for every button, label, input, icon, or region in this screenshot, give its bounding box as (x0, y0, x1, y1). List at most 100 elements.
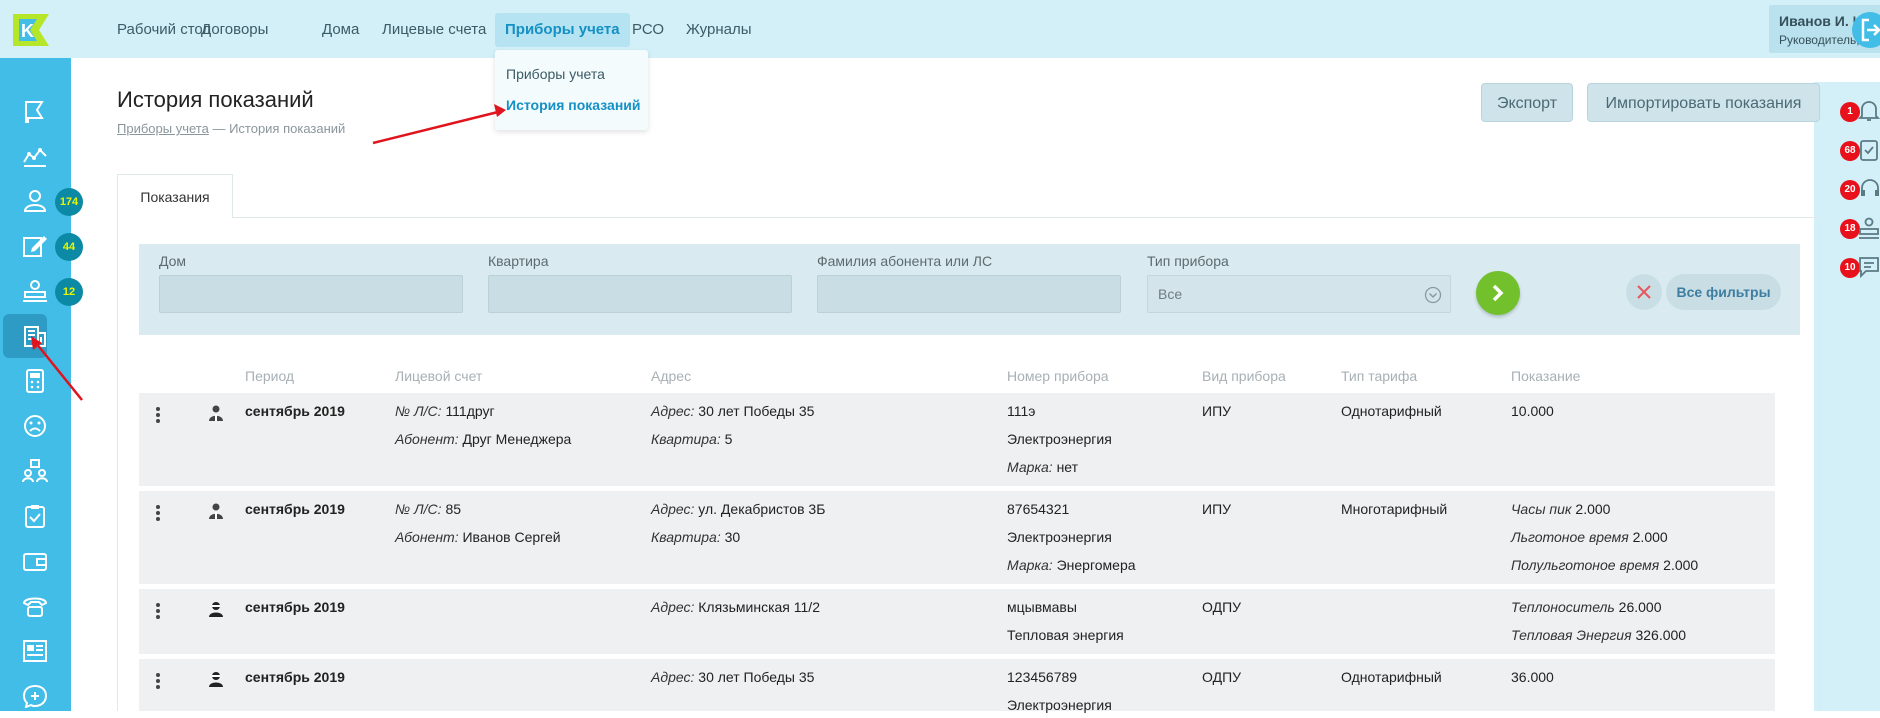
breadcrumb-parent[interactable]: Приборы учета (117, 121, 209, 136)
breadcrumb: Приборы учета — История показаний (117, 121, 345, 136)
reception-item[interactable]: 18 (1814, 213, 1880, 245)
table-row[interactable]: сентябрь 2019 Адрес: Клязьминская 11/2 м… (139, 589, 1775, 654)
filter-subscriber-label: Фамилия абонента или ЛС (817, 253, 993, 269)
row-address: 30 лет Победы 35 (698, 669, 815, 685)
flag-icon (25, 101, 44, 123)
admin-icon (209, 672, 223, 687)
nav-meters[interactable]: Приборы учета (495, 13, 630, 47)
chevron-down-icon (1424, 286, 1442, 304)
messages-item[interactable]: 10 (1814, 252, 1880, 284)
col-device-kind: Вид прибора (1202, 368, 1286, 384)
sidebar-item-calculator[interactable] (0, 359, 71, 403)
sidebar-badge-requests: 44 (55, 233, 83, 261)
reading-value: 2.000 (1575, 501, 1611, 517)
label-address: Адрес: (651, 669, 695, 685)
table-row[interactable]: сентябрь 2019 Адрес: 30 лет Победы 35 12… (139, 659, 1775, 713)
message-icon (1859, 257, 1879, 279)
row-resource: Тепловая энергия (1007, 627, 1124, 643)
clear-filters-button[interactable] (1626, 274, 1662, 310)
label-ls: № Л/С: (395, 501, 442, 517)
edit-icon (23, 236, 47, 257)
nav-contracts[interactable]: Договоры (191, 13, 278, 47)
calls-item[interactable]: 20 (1814, 174, 1880, 206)
all-filters-button[interactable]: Все фильтры (1666, 274, 1781, 310)
filter-device-type-select[interactable]: Все (1147, 275, 1451, 313)
filter-house-input[interactable] (159, 275, 463, 313)
label-ls: № Л/С: (395, 403, 442, 419)
row-period: сентябрь 2019 (245, 403, 345, 419)
app-logo[interactable]: K (0, 0, 71, 58)
notifications-item[interactable]: 1 (1814, 96, 1880, 128)
panel-border-left (117, 217, 118, 711)
row-menu-icon[interactable] (156, 673, 160, 691)
newspaper-icon (23, 640, 47, 662)
reading-value: 26.000 (1618, 599, 1662, 615)
sidebar-item-buildings[interactable] (0, 314, 71, 358)
notifications-badge: 1 (1840, 102, 1860, 122)
row-ls: 85 (445, 501, 462, 517)
sidebar-item-wallet[interactable] (0, 539, 71, 583)
nav-accounts[interactable]: Лицевые счета (372, 13, 496, 47)
staff-icon (22, 459, 48, 483)
wallet-icon (23, 553, 47, 571)
chat-add-icon (22, 684, 48, 708)
export-button[interactable]: Экспорт (1481, 83, 1573, 122)
reception-badge: 18 (1840, 219, 1860, 239)
row-menu-icon[interactable] (156, 407, 160, 425)
row-device-no: 111э (1007, 403, 1036, 419)
reading-value: 326.000 (1635, 627, 1687, 643)
filter-apartment-input[interactable] (488, 275, 792, 313)
tab-readings[interactable]: Показания (117, 174, 233, 218)
sidebar-item-complaints[interactable] (0, 404, 71, 448)
nav-journals[interactable]: Журналы (676, 13, 762, 47)
row-kind: ИПУ (1202, 501, 1232, 517)
row-tariff: Однотарифный (1341, 403, 1442, 419)
row-subscriber: Иванов Сергей (462, 529, 561, 545)
sidebar-item-tasks[interactable] (0, 494, 71, 538)
row-period: сентябрь 2019 (245, 501, 345, 517)
sad-face-icon (24, 415, 46, 437)
row-address: Клязьминская 11/2 (698, 599, 820, 615)
nav-houses[interactable]: Дома (312, 13, 369, 47)
sidebar: K 174 44 12 (0, 0, 83, 711)
row-menu-icon[interactable] (156, 603, 160, 621)
nav-rso[interactable]: РСО (622, 13, 674, 47)
reading-label: Льготоное время (1511, 529, 1629, 545)
sidebar-item-chat[interactable] (0, 674, 71, 718)
logout-button[interactable] (1852, 12, 1880, 48)
row-menu-icon[interactable] (156, 505, 160, 523)
sidebar-item-phone[interactable] (0, 584, 71, 628)
table-row[interactable]: сентябрь 2019 № Л/С: 85 Абонент: Иванов … (139, 491, 1775, 584)
svg-text:K: K (21, 21, 34, 41)
dropdown-item-meters[interactable]: Приборы учета (506, 66, 605, 82)
sidebar-item-analytics[interactable] (0, 134, 71, 178)
row-address: 30 лет Победы 35 (698, 403, 815, 419)
row-tariff: Однотарифный (1341, 669, 1442, 685)
row-device-no: мцывмавы (1007, 599, 1077, 615)
label-brand: Марка: (1007, 459, 1053, 475)
tasks-item[interactable]: 68 (1814, 135, 1880, 167)
reading-value: 2.000 (1663, 557, 1699, 573)
reception-icon (23, 280, 47, 302)
sidebar-item-news[interactable] (0, 629, 71, 673)
row-device-no: 87654321 (1007, 501, 1070, 517)
person-icon (209, 503, 223, 519)
admin-icon (209, 602, 223, 617)
import-readings-button[interactable]: Импортировать показания (1587, 83, 1820, 122)
col-device-no: Номер прибора (1007, 368, 1109, 384)
reading-value: 2.000 (1632, 529, 1668, 545)
apply-filters-button[interactable] (1476, 271, 1520, 315)
sidebar-item-flag[interactable] (0, 89, 71, 133)
label-address: Адрес: (651, 403, 695, 419)
row-reading: 36.000 (1511, 669, 1554, 685)
dropdown-item-history[interactable]: История показаний (506, 97, 641, 113)
reading-label: Тепловая Энергия (1511, 627, 1632, 643)
page-title: История показаний (117, 87, 314, 112)
filter-subscriber-input[interactable] (817, 275, 1121, 313)
panel-border-right (1819, 217, 1820, 711)
row-apartment: 5 (724, 431, 733, 447)
calculator-icon (26, 369, 44, 393)
table-row[interactable]: сентябрь 2019 № Л/С: 111друг Абонент: Др… (139, 393, 1775, 486)
sidebar-item-staff[interactable] (0, 449, 71, 493)
col-period: Период (245, 368, 295, 384)
